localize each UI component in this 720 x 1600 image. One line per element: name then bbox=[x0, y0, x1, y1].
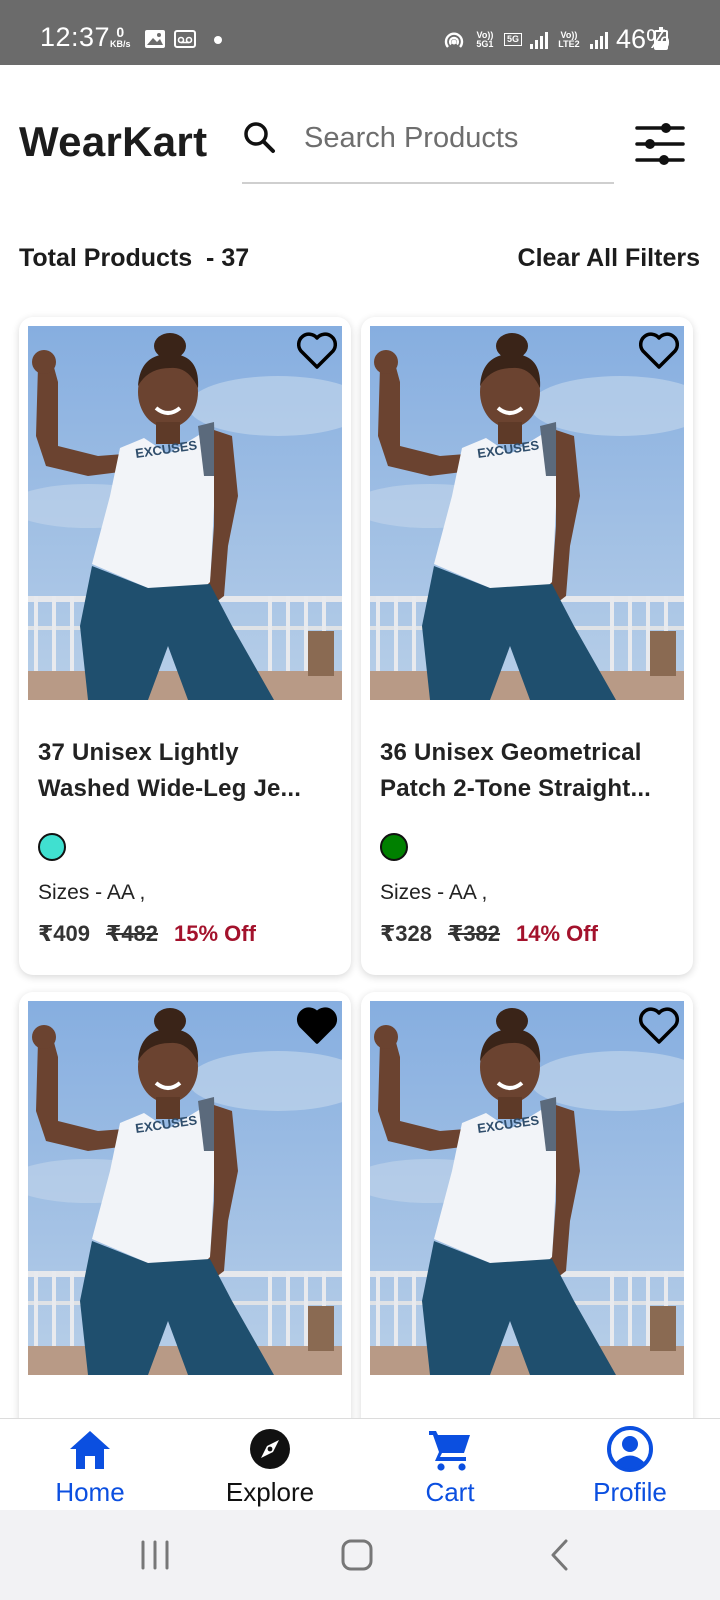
product-title-line2: Washed Wide-Leg Je... bbox=[38, 775, 302, 802]
status-right-cluster: Vo)) 5G1 5G Vo)) LTE2 46% bbox=[442, 24, 670, 55]
sale-price: ₹409 bbox=[38, 921, 91, 946]
search-input[interactable] bbox=[304, 116, 604, 160]
price-row: ₹328 ₹382 14% Off bbox=[380, 921, 598, 947]
signal-strength-2-icon bbox=[589, 31, 608, 49]
discount-label: 14% Off bbox=[516, 921, 598, 946]
image-notification-icon bbox=[145, 30, 165, 48]
nav-cart-label: Cart bbox=[425, 1477, 475, 1507]
total-products-label: Total Products - 37 bbox=[19, 244, 250, 272]
system-navigation-bar bbox=[0, 1510, 720, 1600]
nav-profile-label: Profile bbox=[593, 1477, 667, 1507]
heart-outline-icon[interactable] bbox=[295, 329, 339, 371]
heart-outline-icon[interactable] bbox=[637, 1004, 681, 1046]
product-title-line1: 37 Unisex Lightly bbox=[38, 739, 239, 766]
product-card[interactable]: 37 Unisex Lightly Washed Wide-Leg Je... … bbox=[19, 317, 351, 975]
network-speed-value: 0 bbox=[116, 24, 125, 40]
clear-all-filters-button[interactable]: Clear All Filters bbox=[518, 244, 700, 273]
volte1-label: Vo)) 5G1 bbox=[476, 29, 494, 49]
profile-icon bbox=[607, 1426, 653, 1472]
product-sizes: Sizes - AA , bbox=[38, 881, 146, 904]
status-time: 12:37 bbox=[40, 22, 111, 52]
app-brand-title: WearKart bbox=[19, 118, 208, 165]
nav-explore[interactable]: Explore bbox=[180, 1419, 360, 1511]
product-image[interactable] bbox=[28, 326, 342, 700]
product-title-line2: Patch 2-Tone Straight... bbox=[380, 775, 652, 802]
color-swatch bbox=[38, 833, 66, 861]
product-card[interactable]: 36 Unisex Geometrical Patch 2-Tone Strai… bbox=[361, 317, 693, 975]
product-photo bbox=[28, 326, 342, 700]
hotspot-icon bbox=[444, 32, 464, 48]
signal-strength-1-icon bbox=[529, 31, 548, 49]
heart-outline-icon[interactable] bbox=[637, 329, 681, 371]
original-price: ₹382 bbox=[448, 921, 501, 946]
product-title[interactable]: 37 Unisex Lightly Washed Wide-Leg Je... bbox=[38, 735, 334, 807]
network-speed: 0 KB/s bbox=[110, 24, 131, 49]
search-icon bbox=[244, 122, 275, 153]
recent-apps-icon[interactable] bbox=[138, 1536, 172, 1574]
product-image[interactable] bbox=[28, 1001, 342, 1375]
voicemail-notification-icon bbox=[174, 30, 196, 48]
product-sizes: Sizes - AA , bbox=[380, 881, 488, 904]
search-bar[interactable] bbox=[242, 110, 614, 184]
filter-settings-icon[interactable] bbox=[634, 120, 686, 168]
status-bar: 12:37 0 KB/s Vo)) 5G1 5G Vo)) LTE2 46% bbox=[0, 0, 720, 65]
discount-label: 15% Off bbox=[174, 921, 256, 946]
more-notifications-dot bbox=[214, 36, 222, 44]
color-swatch bbox=[380, 833, 408, 861]
fiveg-label: 5G bbox=[503, 33, 522, 46]
product-card[interactable] bbox=[361, 992, 693, 1432]
compass-icon bbox=[250, 1429, 290, 1469]
product-title[interactable]: 36 Unisex Geometrical Patch 2-Tone Strai… bbox=[380, 735, 676, 807]
sale-price: ₹328 bbox=[380, 921, 433, 946]
original-price: ₹482 bbox=[106, 921, 159, 946]
product-title-line1: 36 Unisex Geometrical bbox=[380, 739, 642, 766]
nav-home-label: Home bbox=[55, 1477, 125, 1507]
home-button-icon[interactable] bbox=[340, 1536, 374, 1574]
bottom-navigation: Home Explore Cart Profile bbox=[0, 1418, 720, 1510]
network-speed-unit: KB/s bbox=[110, 39, 131, 49]
home-icon bbox=[70, 1431, 110, 1469]
nav-home[interactable]: Home bbox=[0, 1419, 180, 1511]
product-photo bbox=[370, 1001, 684, 1375]
product-card[interactable] bbox=[19, 992, 351, 1432]
battery-icon bbox=[654, 27, 668, 50]
product-image[interactable] bbox=[370, 1001, 684, 1375]
cart-icon bbox=[429, 1431, 470, 1471]
heart-filled-icon[interactable] bbox=[295, 1004, 339, 1046]
nav-cart[interactable]: Cart bbox=[360, 1419, 540, 1511]
nav-profile[interactable]: Profile bbox=[540, 1419, 720, 1511]
product-photo bbox=[370, 326, 684, 700]
volte2-label: Vo)) LTE2 bbox=[558, 29, 580, 49]
product-image[interactable] bbox=[370, 326, 684, 700]
back-icon[interactable] bbox=[548, 1536, 572, 1574]
price-row: ₹409 ₹482 15% Off bbox=[38, 921, 256, 947]
product-photo bbox=[28, 1001, 342, 1375]
nav-explore-label: Explore bbox=[225, 1477, 315, 1507]
